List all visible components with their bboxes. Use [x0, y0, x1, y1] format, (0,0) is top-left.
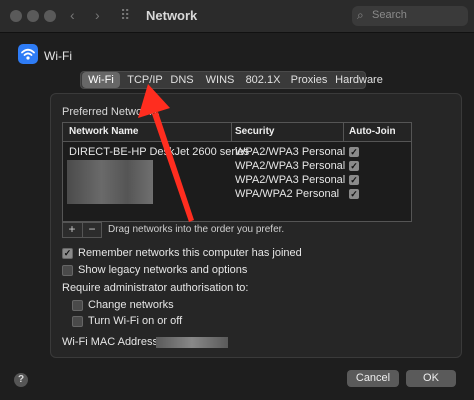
annotation-arrow	[138, 84, 194, 222]
